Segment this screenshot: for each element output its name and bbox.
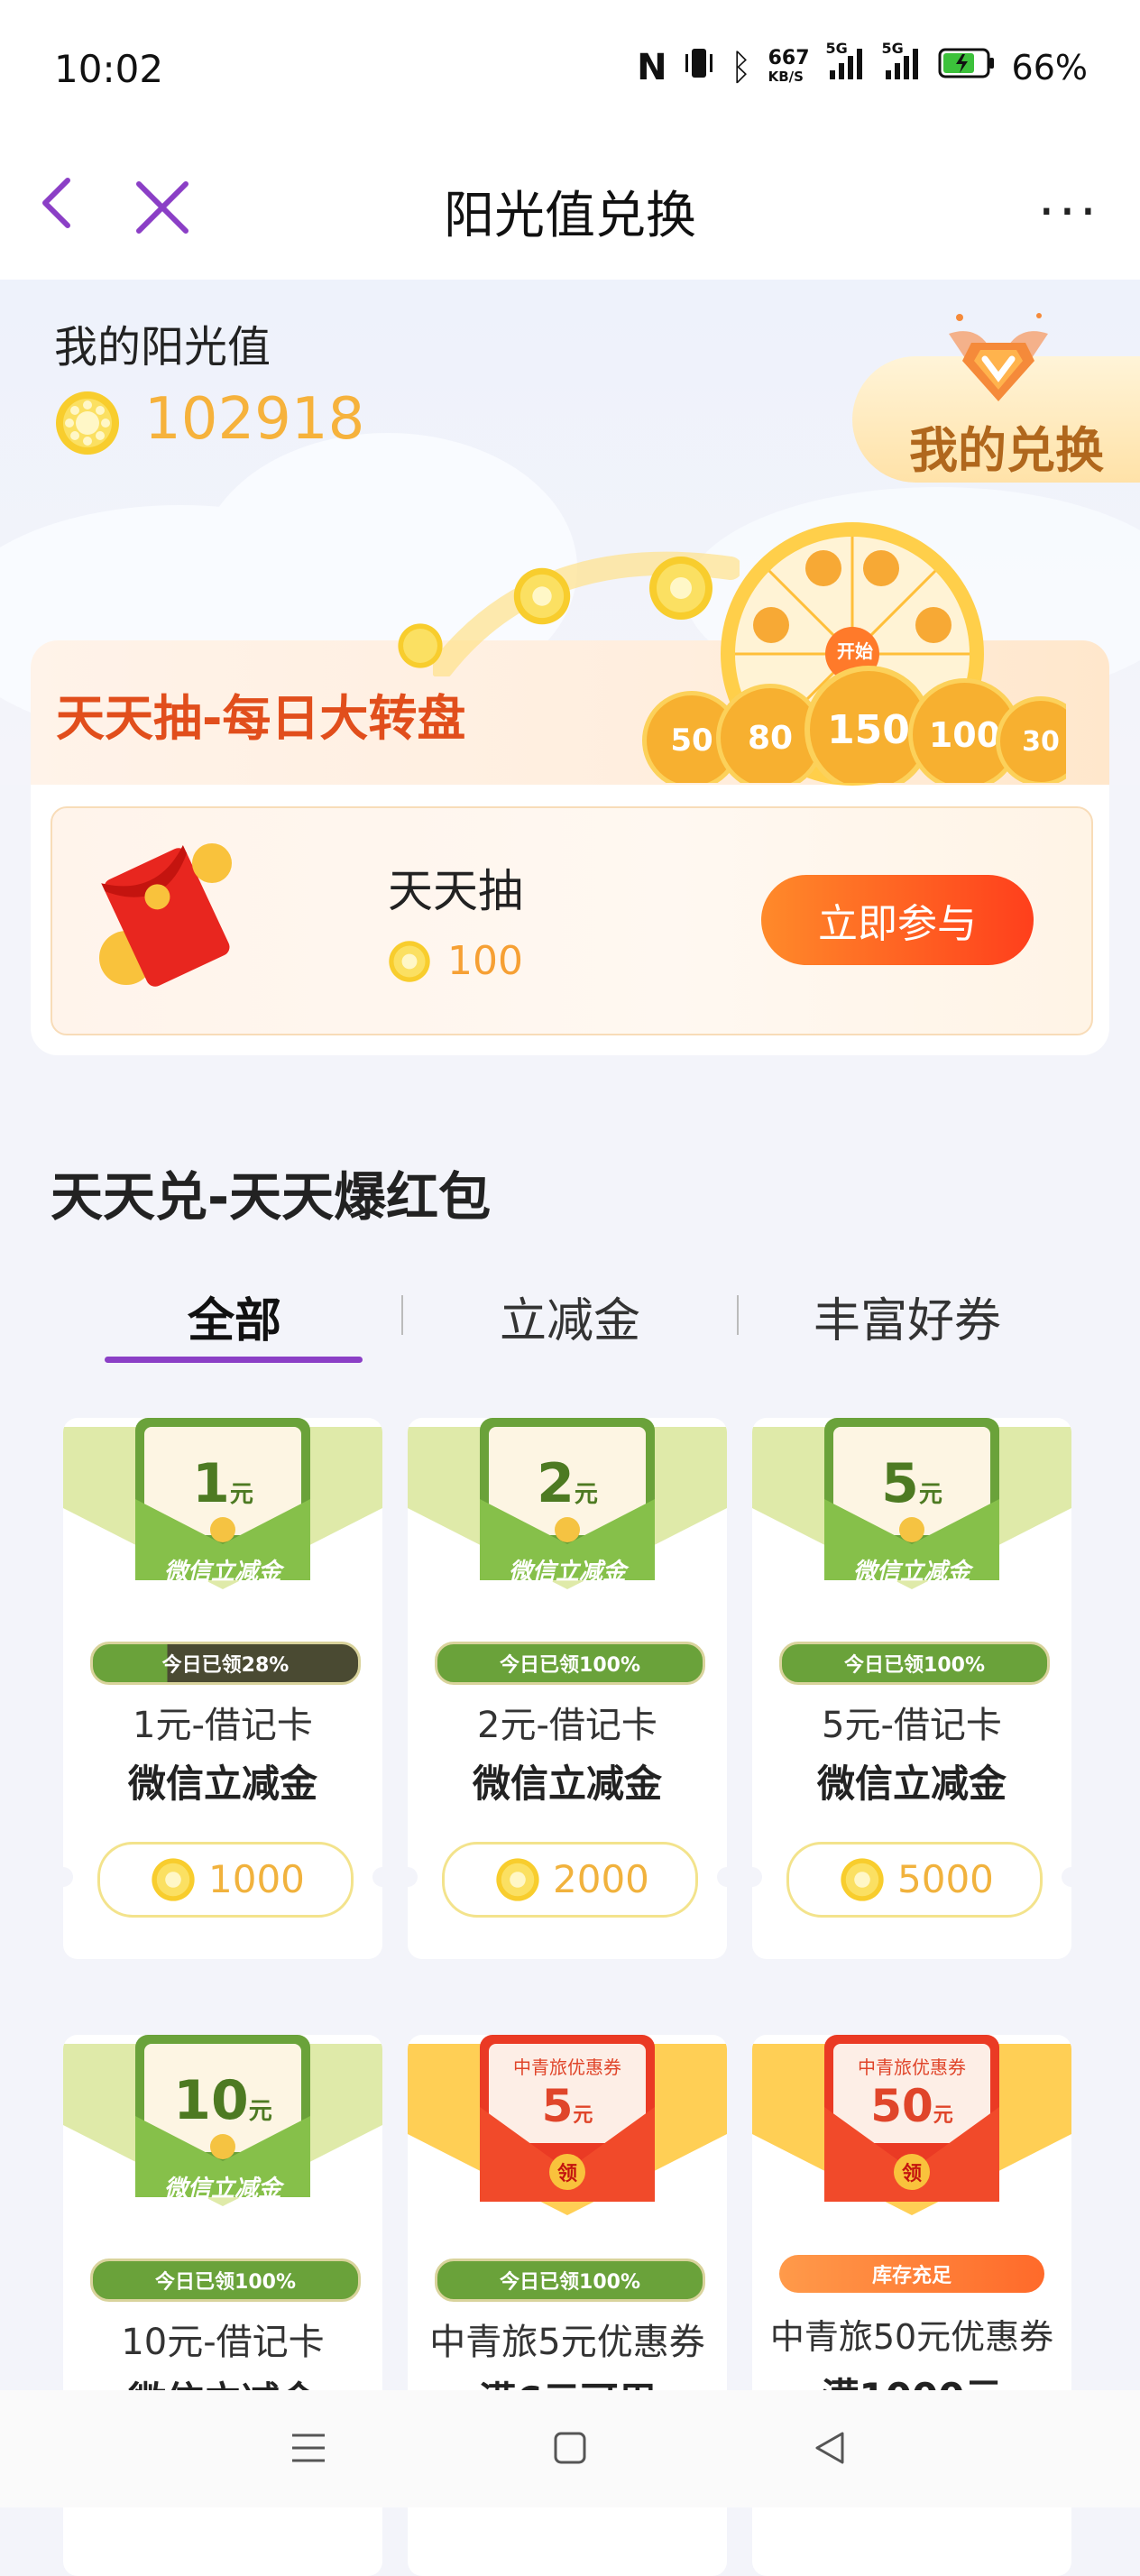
card-subtitle: 中青旅5元优惠券 — [429, 2322, 705, 2363]
vip-badge-icon — [940, 307, 1057, 415]
sunshine-label: 我的阳光值 — [54, 322, 271, 373]
claim-stamp-icon: 领 — [901, 2163, 922, 2185]
sun-coin-icon — [495, 1857, 540, 1902]
flying-coin-icon — [397, 622, 444, 673]
claim-progress-badge: 今日已领28% — [90, 1642, 361, 1685]
exchange-price-button[interactable]: 5000 — [786, 1842, 1043, 1918]
daily-draw-name: 天天抽 — [388, 865, 523, 917]
sunshine-balance: 102918 — [144, 386, 365, 453]
ticket-notch — [63, 1867, 73, 1887]
card-type-label: 微信立减金 — [163, 2176, 281, 2203]
wheel-start-label: 开始 — [837, 640, 873, 662]
battery-percent: 66% — [1011, 47, 1088, 87]
coupon-brand: 中青旅优惠券 — [513, 2056, 621, 2078]
card-amount: 5元 — [881, 1452, 942, 1515]
sun-coin-icon — [388, 940, 431, 983]
nav-bar: 阳光值兑换 ··· — [0, 135, 1140, 280]
card-subtitle: 中青旅50元优惠券 — [769, 2317, 1054, 2357]
vibrate-icon — [684, 45, 714, 89]
status-icons: N ᛒ 667 KB/S 5G 5G 66% — [637, 40, 1088, 89]
card-subtitle: 5元-借记卡 — [822, 1705, 1002, 1746]
wechat-envelope-icon — [408, 1418, 727, 1616]
tab-all[interactable]: 全部 — [117, 1283, 352, 1350]
wechat-envelope-icon — [63, 2035, 382, 2233]
claim-progress-badge: 今日已领100% — [779, 1642, 1050, 1685]
wheel-prize-coins: 50 80 150 100 30 — [642, 666, 1066, 783]
signal-icon-2: 5G — [882, 40, 922, 89]
reward-card[interactable]: 5元 微信立减金 今日已领100% 5元-借记卡 微信立减金 5000 — [752, 1418, 1071, 1959]
net-speed: 667 KB/S — [768, 46, 810, 85]
exchange-price: 5000 — [897, 1857, 994, 1901]
stock-status-badge: 库存充足 — [779, 2255, 1044, 2293]
card-type-label: 微信立减金 — [852, 1559, 970, 1586]
menu-icon[interactable] — [289, 2430, 328, 2470]
exchange-section-title: 天天兑-天天爆红包 — [51, 1166, 492, 1228]
signal-icon-1: 5G — [826, 40, 866, 89]
claim-progress-badge: 今日已领100% — [90, 2259, 361, 2302]
page-title: 阳光值兑换 — [444, 187, 696, 245]
tab-divider — [401, 1295, 403, 1335]
sun-coin-icon — [840, 1857, 885, 1902]
sun-coin-icon — [54, 390, 121, 456]
daily-draw-cost: 100 — [447, 938, 523, 984]
card-amount: 10元 — [173, 2069, 272, 2132]
card-amount: 2元 — [537, 1452, 598, 1515]
wechat-envelope-icon — [63, 1418, 382, 1616]
card-subtitle: 10元-借记卡 — [121, 2322, 325, 2363]
ticket-notch — [372, 1867, 382, 1887]
my-exchange-label: 我的兑换 — [909, 422, 1104, 479]
reward-card[interactable]: 2元 微信立减金 今日已领100% 2元-借记卡 微信立减金 2000 — [408, 1418, 727, 1959]
card-amount: 50元 — [870, 2080, 953, 2132]
claim-progress-badge: 今日已领100% — [435, 1642, 705, 1685]
red-envelope-icon — [90, 832, 244, 1003]
tab-rich-coupons[interactable]: 丰富好券 — [790, 1283, 1025, 1350]
nfc-icon: N — [637, 46, 667, 88]
card-type-label: 微信立减金 — [163, 1559, 281, 1586]
flying-coin-icon — [648, 555, 714, 625]
home-icon[interactable] — [552, 2430, 588, 2470]
join-now-button[interactable]: 立即参与 — [761, 875, 1034, 965]
ticket-notch — [717, 1867, 727, 1887]
exchange-price: 1000 — [208, 1857, 305, 1901]
card-amount: 5元 — [541, 2080, 593, 2132]
flying-coin-icon — [512, 566, 572, 630]
card-subtitle: 2元-借记卡 — [477, 1705, 657, 1746]
battery-icon — [938, 47, 996, 87]
status-bar: 10:02 N ᛒ 667 KB/S 5G 5G 66% — [0, 0, 1140, 135]
bluetooth-icon: ᛒ — [730, 46, 752, 88]
wechat-envelope-icon — [752, 1418, 1071, 1616]
reward-card[interactable]: 1元 微信立减金 今日已领28% 1元-借记卡 微信立减金 1000 — [63, 1418, 382, 1959]
card-name: 微信立减金 — [472, 1762, 662, 1806]
claim-stamp-icon: 领 — [556, 2163, 577, 2185]
tab-divider — [737, 1295, 739, 1335]
card-name: 微信立减金 — [127, 1762, 317, 1806]
coupon-brand: 中青旅优惠券 — [858, 2056, 966, 2078]
exchange-price-button[interactable]: 1000 — [97, 1842, 354, 1918]
back-triangle-icon[interactable] — [812, 2428, 848, 2471]
exchange-price-button[interactable]: 2000 — [442, 1842, 698, 1918]
card-amount: 1元 — [192, 1452, 253, 1515]
active-tab-indicator — [105, 1357, 363, 1363]
system-nav-bar — [0, 2390, 1140, 2507]
ticket-notch — [408, 1867, 418, 1887]
card-type-label: 微信立减金 — [508, 1559, 626, 1586]
tab-instant-discount[interactable]: 立减金 — [453, 1283, 687, 1350]
status-time: 10:02 — [54, 47, 164, 91]
card-subtitle: 1元-借记卡 — [133, 1705, 313, 1746]
ticket-notch — [752, 1867, 762, 1887]
daily-wheel-title: 天天抽-每日大转盘 — [56, 690, 466, 747]
claim-progress-badge: 今日已领100% — [435, 2259, 705, 2302]
sun-coin-icon — [151, 1857, 196, 1902]
more-menu-icon[interactable]: ··· — [1038, 180, 1100, 244]
card-name: 微信立减金 — [816, 1762, 1007, 1806]
ticket-notch — [1062, 1867, 1071, 1887]
exchange-price: 2000 — [553, 1857, 649, 1901]
